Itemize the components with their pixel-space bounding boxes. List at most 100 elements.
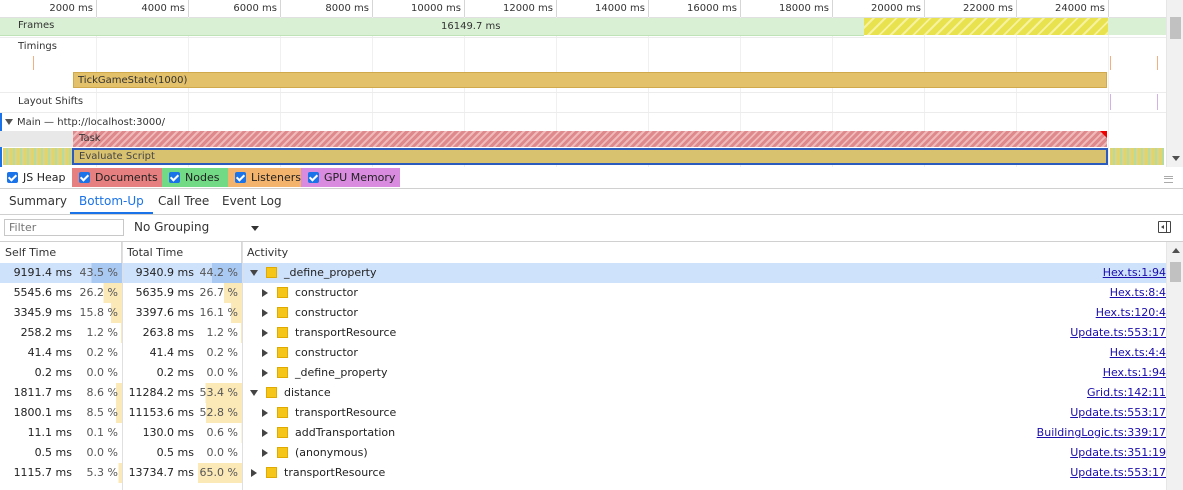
expand-closed-icon[interactable] <box>262 309 268 317</box>
chevron-down-icon[interactable] <box>251 226 259 231</box>
task-bar[interactable]: Task <box>73 131 1107 147</box>
frames-track-label[interactable]: Frames <box>18 20 54 31</box>
expand-open-icon[interactable] <box>250 270 258 276</box>
timing-marker[interactable] <box>33 56 34 70</box>
scripting-category-icon <box>277 307 288 318</box>
expand-closed-icon[interactable] <box>262 409 268 417</box>
tab-bottom-up[interactable]: Bottom-Up <box>70 189 153 214</box>
main-track-gap <box>0 131 73 147</box>
self-time-percent: 5.3 % <box>86 466 118 479</box>
scrollbar-thumb[interactable] <box>1170 262 1181 282</box>
tab-summary[interactable]: Summary <box>0 189 76 214</box>
timeline-overview[interactable]: 2000 ms 4000 ms 6000 ms 8000 ms 10000 ms 1200… <box>0 0 1183 167</box>
checkbox-checked-icon[interactable] <box>7 172 18 183</box>
source-link[interactable]: Hex.ts:1:94 <box>1103 263 1166 283</box>
total-time-percent: 0.0 % <box>206 366 238 379</box>
tick-game-state-bar[interactable]: TickGameState(1000) <box>73 72 1107 88</box>
table-row[interactable]: 0.2 ms 0.0 % 0.2 ms 0.0 % _define_property He… <box>0 363 1166 383</box>
total-time-value: 11153.6 ms <box>128 406 194 419</box>
ruler-tick-label: 22000 ms <box>963 3 1013 14</box>
checkbox-checked-icon[interactable] <box>308 172 319 183</box>
checkbox-checked-icon[interactable] <box>79 172 90 183</box>
frames-bar[interactable] <box>0 18 864 36</box>
source-link[interactable]: Hex.ts:8:4 <box>1110 283 1166 303</box>
scrollbar-thumb[interactable] <box>1170 17 1181 39</box>
expand-closed-icon[interactable] <box>262 329 268 337</box>
column-divider[interactable] <box>242 242 243 490</box>
frames-partial-bar[interactable] <box>864 18 1108 35</box>
layout-shifts-track-label[interactable]: Layout Shifts <box>18 96 83 107</box>
expand-closed-icon[interactable] <box>262 349 268 357</box>
expand-closed-icon[interactable] <box>262 429 268 437</box>
expand-closed-icon[interactable] <box>262 289 268 297</box>
table-row[interactable]: 3345.9 ms 15.8 % 3397.6 ms 16.1 % constructo… <box>0 303 1166 323</box>
memory-checkbox-nodes[interactable]: Nodes <box>162 168 228 187</box>
memory-checkbox-gpu-memory[interactable]: GPU Memory <box>301 168 400 187</box>
table-scrollbar[interactable] <box>1166 242 1183 490</box>
table-row[interactable]: 41.4 ms 0.2 % 41.4 ms 0.2 % constructor Hex.t… <box>0 343 1166 363</box>
table-row[interactable]: 258.2 ms 1.2 % 263.8 ms 1.2 % transportResou… <box>0 323 1166 343</box>
source-link[interactable]: Update.ts:553:17 <box>1070 323 1166 343</box>
memory-checkbox-label: GPU Memory <box>324 171 396 184</box>
table-row[interactable]: 1811.7 ms 8.6 % 11284.2 ms 53.4 % distance Gr… <box>0 383 1166 403</box>
table-row[interactable]: 9191.4 ms 43.5 % 9340.9 ms 44.2 % _define_pr… <box>0 263 1166 283</box>
frames-bar-tail[interactable] <box>1108 18 1166 35</box>
ruler-tick: 6000 ms <box>233 0 281 17</box>
column-divider[interactable] <box>122 242 123 490</box>
column-header-self-time[interactable]: Self Time <box>0 242 122 263</box>
ruler-tick: 12000 ms <box>503 0 557 17</box>
source-link[interactable]: Update.ts:553:17 <box>1070 403 1166 423</box>
source-link[interactable]: Update.ts:351:19 <box>1070 443 1166 463</box>
memory-checkbox-documents[interactable]: Documents <box>72 168 162 187</box>
total-time-value: 3397.6 ms <box>135 306 194 319</box>
expand-open-icon[interactable] <box>250 390 258 396</box>
scroll-down-arrow-icon[interactable] <box>1172 156 1180 161</box>
main-track-header[interactable]: Main — http://localhost:3000/ <box>5 117 165 128</box>
tab-event-log[interactable]: Event Log <box>213 189 291 214</box>
table-row[interactable]: 5545.6 ms 26.2 % 5635.9 ms 26.7 % constructo… <box>0 283 1166 303</box>
grouping-select[interactable]: No Grouping <box>134 220 209 234</box>
source-link[interactable]: BuildingLogic.ts:339:17 <box>1037 423 1166 443</box>
timing-marker[interactable] <box>1110 56 1111 70</box>
source-link[interactable]: Update.ts:553:17 <box>1070 463 1166 483</box>
details-tabs: Summary Bottom-Up Call Tree Event Log <box>0 189 1183 215</box>
tab-call-tree[interactable]: Call Tree <box>149 189 218 214</box>
toggle-sidebar-icon[interactable] <box>1158 221 1171 233</box>
expand-closed-icon[interactable] <box>251 469 257 477</box>
filter-input[interactable] <box>4 219 124 236</box>
checkbox-checked-icon[interactable] <box>169 172 180 183</box>
layout-shift-marker[interactable] <box>1157 94 1158 110</box>
scroll-up-arrow-icon[interactable] <box>1172 248 1180 253</box>
table-row[interactable]: 11.1 ms 0.1 % 130.0 ms 0.6 % addTransportati… <box>0 423 1166 443</box>
timings-track-label[interactable]: Timings <box>18 41 57 52</box>
memory-checkbox-js-heap[interactable]: JS Heap <box>0 168 72 187</box>
table-row[interactable]: 1115.7 ms 5.3 % 13734.7 ms 65.0 % transportR… <box>0 463 1166 483</box>
checkbox-checked-icon[interactable] <box>235 172 246 183</box>
column-header-activity[interactable]: Activity <box>242 242 1166 263</box>
table-row[interactable]: 0.5 ms 0.0 % 0.5 ms 0.0 % (anonymous) Update.… <box>0 443 1166 463</box>
expand-closed-icon[interactable] <box>262 449 268 457</box>
ruler-tick-label: 12000 ms <box>503 3 553 14</box>
timeline-scrollbar[interactable] <box>1166 0 1183 167</box>
small-events-strip[interactable] <box>3 148 72 165</box>
small-events-strip[interactable] <box>1110 148 1164 165</box>
column-header-total-time[interactable]: Total Time <box>122 242 242 263</box>
layout-shift-marker[interactable] <box>1110 94 1111 110</box>
resize-grip-icon[interactable] <box>1164 176 1173 183</box>
expand-closed-icon[interactable] <box>262 369 268 377</box>
evaluate-script-bar[interactable]: Evaluate Script <box>72 148 1108 165</box>
source-link[interactable]: Hex.ts:1:94 <box>1103 363 1166 383</box>
self-time-percent: 0.0 % <box>86 446 118 459</box>
total-time-percent: 53.4 % <box>199 386 238 399</box>
table-row[interactable]: 1800.1 ms 8.5 % 11153.6 ms 52.8 % transportR… <box>0 403 1166 423</box>
source-link[interactable]: Hex.ts:120:4 <box>1096 303 1166 323</box>
total-time-value: 5635.9 ms <box>135 286 194 299</box>
source-link[interactable]: Hex.ts:4:4 <box>1110 343 1166 363</box>
track-divider <box>0 112 1166 113</box>
memory-checkbox-listeners[interactable]: Listeners <box>228 168 301 187</box>
activity-name: transportResource <box>284 466 386 479</box>
timing-marker[interactable] <box>1157 56 1158 70</box>
expand-triangle-icon[interactable] <box>5 119 13 125</box>
source-link[interactable]: Grid.ts:142:11 <box>1087 383 1166 403</box>
ruler-tick: 10000 ms <box>411 0 465 17</box>
